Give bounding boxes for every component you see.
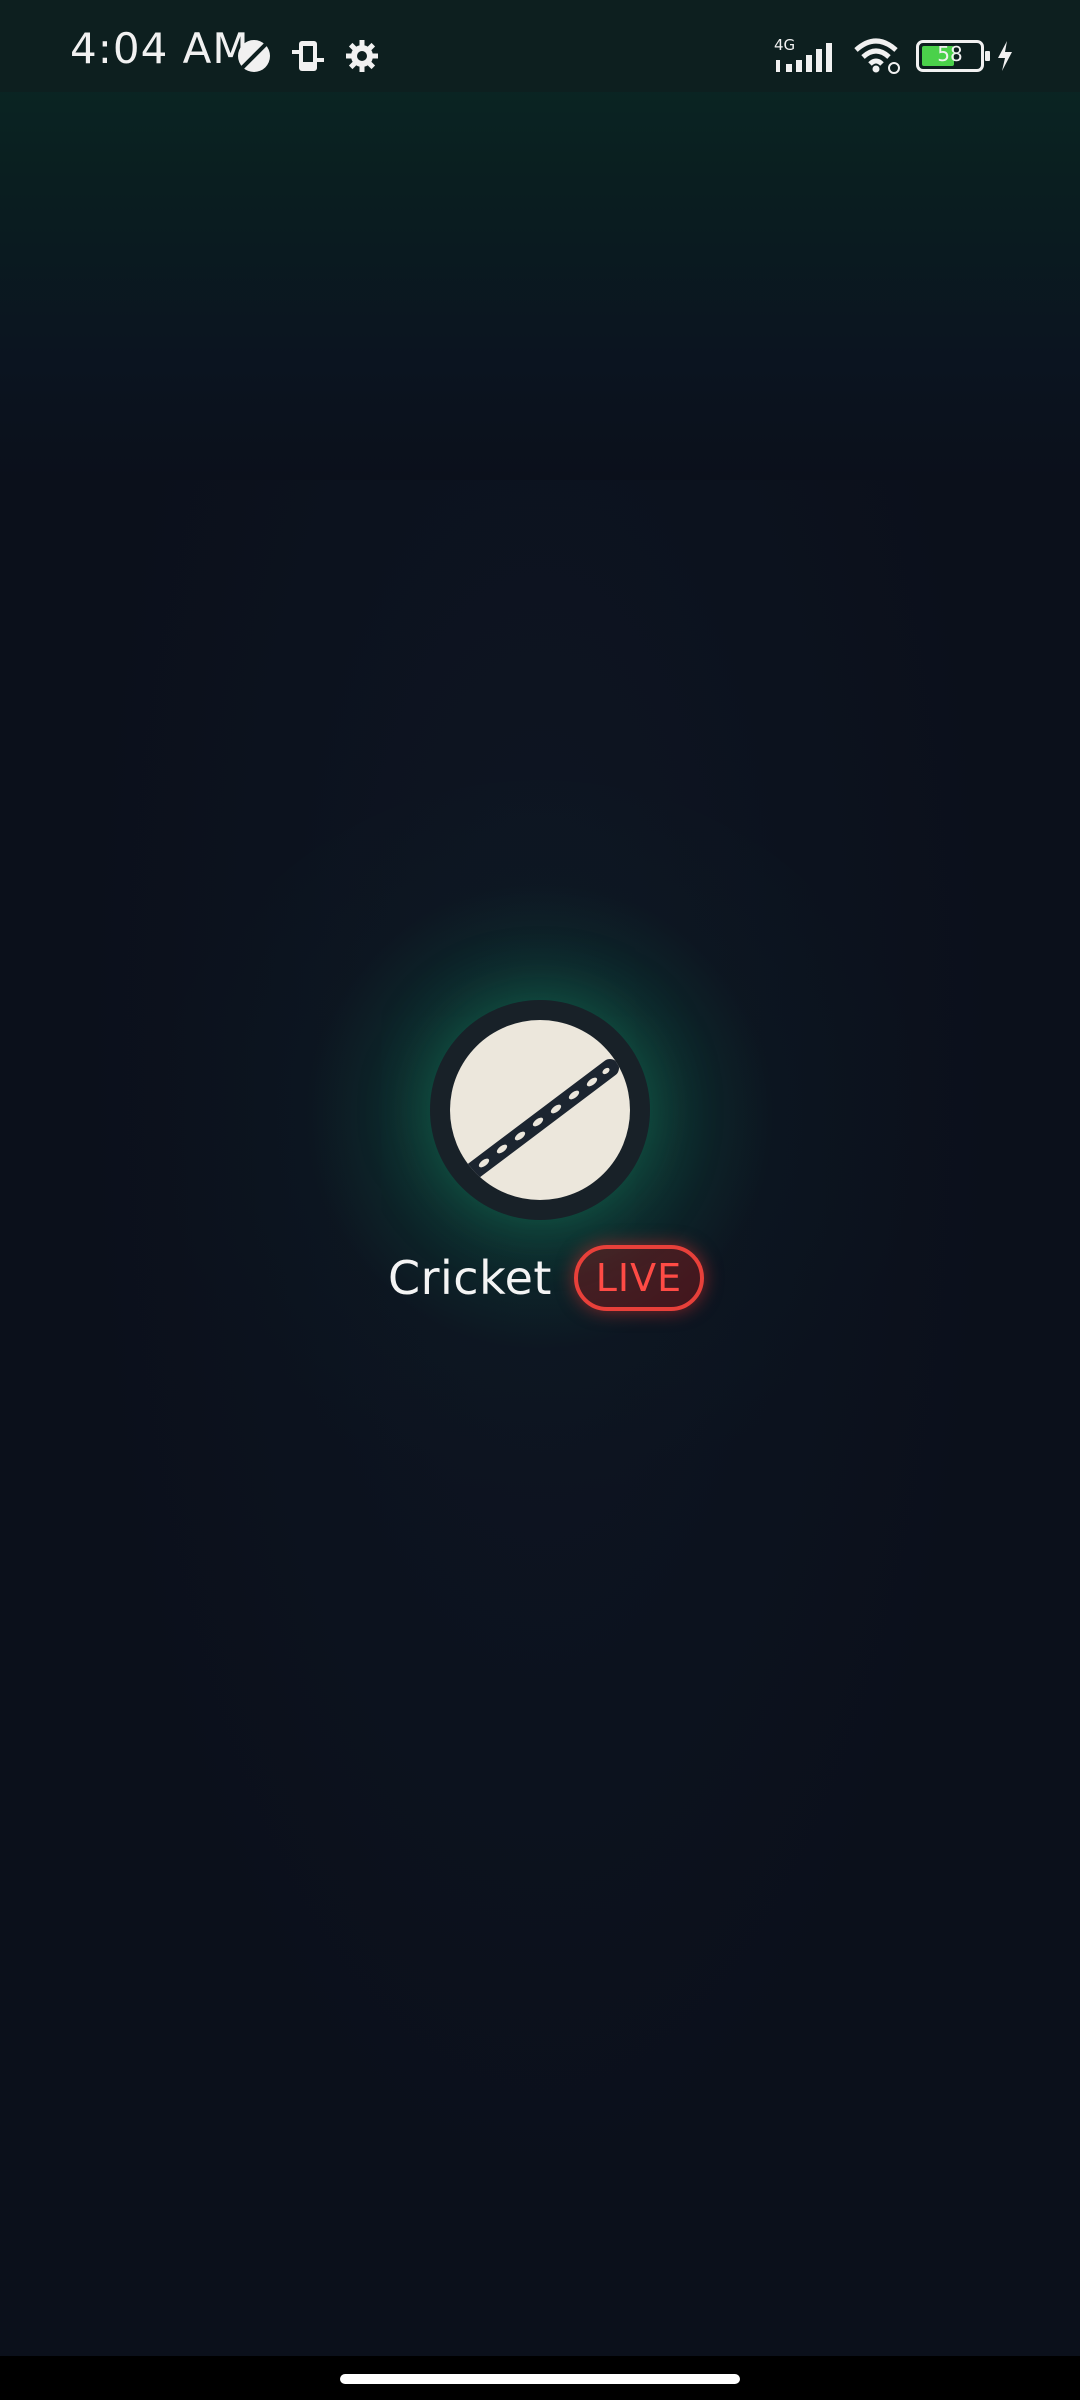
app-logo xyxy=(430,1000,650,1220)
status-time: 4:04 AM xyxy=(70,24,250,73)
status-bar: 4:04 AM 4G 58 xyxy=(0,0,1080,92)
app-title: Cricket xyxy=(388,1251,552,1305)
phone-sync-icon xyxy=(292,41,324,71)
home-indicator[interactable] xyxy=(340,2374,740,2384)
dnd-moon-icon xyxy=(238,40,270,72)
battery-icon: 58 xyxy=(916,40,990,72)
cricket-ball-icon xyxy=(450,1020,630,1200)
status-icons-right: 4G 58 xyxy=(772,36,1014,76)
charging-bolt-icon xyxy=(998,41,1012,71)
navigation-bar xyxy=(0,2356,1080,2400)
app-title-row: Cricket LIVE xyxy=(388,1242,704,1314)
settings-gear-icon xyxy=(346,40,378,72)
live-badge: LIVE xyxy=(573,1245,704,1311)
battery-level: 58 xyxy=(937,42,963,66)
wifi-icon xyxy=(854,38,900,74)
signal-bars-icon: 4G xyxy=(774,36,832,72)
network-type-label: 4G xyxy=(774,36,795,54)
status-icons-left xyxy=(236,38,380,74)
